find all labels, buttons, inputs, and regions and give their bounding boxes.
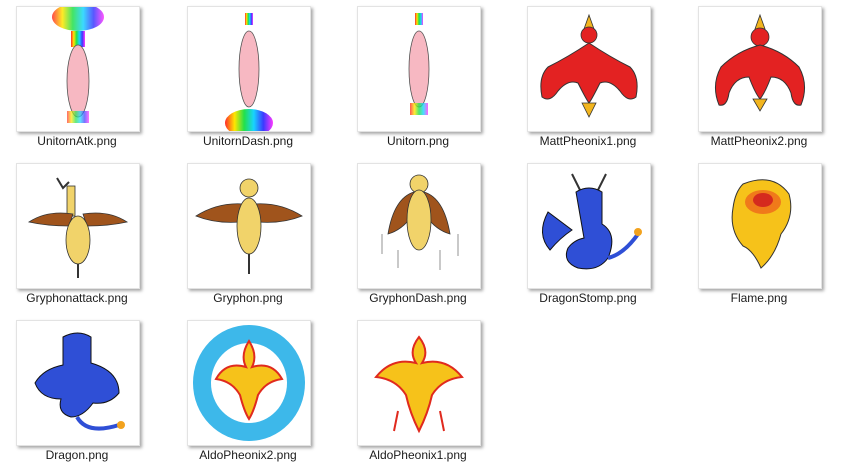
file-name-label: MattPheonix1.png	[539, 134, 637, 148]
file-name-label: Flame.png	[730, 291, 788, 305]
gryphon-thumbnail[interactable]	[187, 163, 311, 289]
gryphon-dash-thumbnail[interactable]	[357, 163, 481, 289]
blue-dragon-thumbnail[interactable]	[16, 320, 140, 446]
fire-ice-phoenix-thumbnail[interactable]	[187, 320, 311, 446]
file-name-label: MattPheonix2.png	[710, 134, 808, 148]
file-item-aldopheonix1[interactable]: AldoPheonix1.png	[341, 314, 511, 471]
gryphon-attack-thumbnail[interactable]	[16, 163, 140, 289]
file-item-mattpheonix1[interactable]: MattPheonix1.png	[511, 0, 681, 157]
file-item-gryphonattack[interactable]: Gryphonattack.png	[0, 157, 170, 314]
file-item-gryphon[interactable]: Gryphon.png	[171, 157, 341, 314]
red-phoenix-thumbnail[interactable]	[698, 6, 822, 132]
fire-phoenix-thumbnail[interactable]	[357, 320, 481, 446]
file-name-label: Gryphonattack.png	[26, 291, 128, 305]
file-name-label: UnitornDash.png	[202, 134, 294, 148]
blue-dragon-stomp-thumbnail[interactable]	[527, 163, 651, 289]
file-name-label: AldoPheonix1.png	[369, 448, 467, 462]
file-item-mattpheonix2[interactable]: MattPheonix2.png	[682, 0, 849, 157]
red-phoenix-thumbnail[interactable]	[527, 6, 651, 132]
file-item-unitorn[interactable]: Unitorn.png	[341, 0, 511, 157]
file-item-flame[interactable]: Flame.png	[682, 157, 849, 314]
unicorn-thumbnail[interactable]	[357, 6, 481, 132]
file-name-label: DragonStomp.png	[539, 291, 637, 305]
file-name-label: Dragon.png	[45, 448, 109, 462]
file-name-label: Unitorn.png	[386, 134, 450, 148]
unicorn-dash-thumbnail[interactable]	[187, 6, 311, 132]
file-item-gryphondash[interactable]: GryphonDash.png	[341, 157, 511, 314]
file-item-dragonstomp[interactable]: DragonStomp.png	[511, 157, 681, 314]
file-item-unitorndash[interactable]: UnitornDash.png	[171, 0, 341, 157]
file-name-label: UnitornAtk.png	[37, 134, 117, 148]
file-name-label: GryphonDash.png	[369, 291, 467, 305]
file-thumbnail-grid: UnitornAtk.png UnitornDash.png Unitorn.p…	[0, 0, 849, 471]
file-name-label: AldoPheonix2.png	[199, 448, 297, 462]
unicorn-attack-thumbnail[interactable]	[16, 6, 140, 132]
file-name-label: Gryphon.png	[213, 291, 283, 305]
file-item-dragon[interactable]: Dragon.png	[0, 314, 170, 471]
flame-thumbnail[interactable]	[698, 163, 822, 289]
file-item-aldopheonix2[interactable]: AldoPheonix2.png	[171, 314, 341, 471]
file-item-unitornatk[interactable]: UnitornAtk.png	[0, 0, 170, 157]
